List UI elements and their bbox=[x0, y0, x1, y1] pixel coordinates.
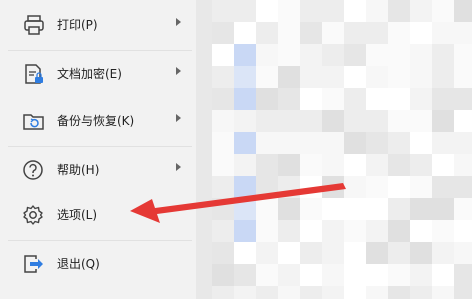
exit-icon bbox=[24, 255, 43, 273]
document-preview-blurred bbox=[212, 0, 472, 299]
menu-item-label: 帮助(H) bbox=[57, 163, 100, 177]
backup-restore-icon bbox=[23, 114, 44, 130]
submenu-arrow-icon bbox=[176, 67, 181, 75]
menu-item-encrypt[interactable]: 文档加密(E) bbox=[0, 51, 196, 97]
menu-item-label: 打印(P) bbox=[57, 18, 98, 32]
file-menu-panel: 打印(P) 文档加密(E) 备份与恢复(K) 帮助(H) 选项(L) 退出(Q) bbox=[0, 0, 196, 299]
menu-item-print[interactable]: 打印(P) bbox=[0, 2, 196, 48]
menu-item-exit[interactable]: 退出(Q) bbox=[0, 241, 196, 287]
submenu-arrow-icon bbox=[176, 163, 181, 171]
printer-icon bbox=[24, 15, 44, 35]
menu-item-options[interactable]: 选项(L) bbox=[0, 192, 196, 238]
mosaic-blur bbox=[212, 0, 472, 299]
menu-item-label: 选项(L) bbox=[57, 208, 98, 222]
gear-icon bbox=[23, 205, 43, 225]
help-icon bbox=[23, 160, 43, 180]
menu-item-backup[interactable]: 备份与恢复(K) bbox=[0, 98, 196, 144]
scroll-gutter bbox=[196, 0, 212, 299]
submenu-arrow-icon bbox=[176, 18, 181, 26]
submenu-arrow-icon bbox=[176, 114, 181, 122]
document-lock-icon bbox=[25, 64, 43, 84]
menu-item-label: 文档加密(E) bbox=[57, 67, 122, 81]
menu-item-label: 退出(Q) bbox=[57, 257, 100, 271]
menu-item-label: 备份与恢复(K) bbox=[57, 114, 135, 128]
menu-item-help[interactable]: 帮助(H) bbox=[0, 147, 196, 193]
